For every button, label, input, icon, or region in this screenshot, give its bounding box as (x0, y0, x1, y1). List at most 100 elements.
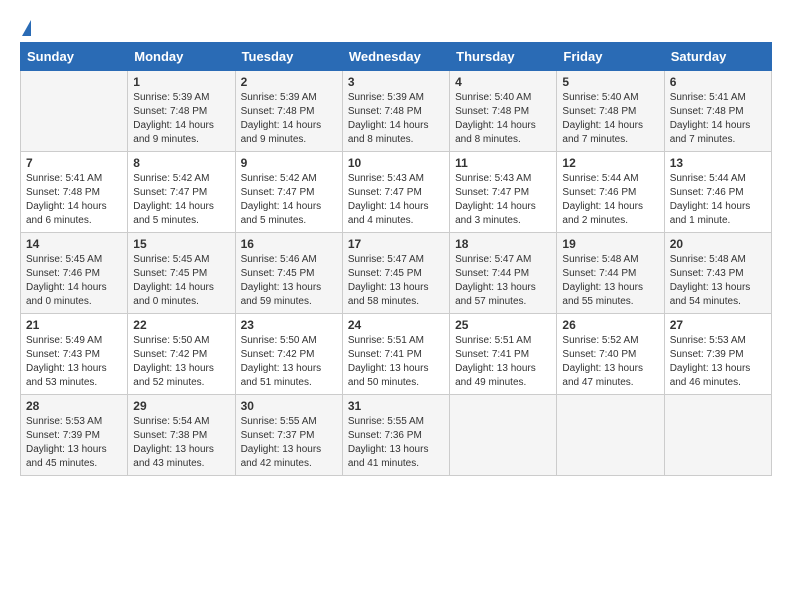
day-info: Sunrise: 5:55 AM Sunset: 7:36 PM Dayligh… (348, 415, 444, 471)
day-cell: 19Sunrise: 5:48 AM Sunset: 7:44 PM Dayli… (557, 233, 664, 314)
day-cell: 28 Sunrise: 5:53 AM Sunset: 7:39 PM Dayli… (21, 395, 128, 476)
col-header-tuesday: Tuesday (235, 43, 342, 71)
day-info: Sunrise: 5:48 AM Sunset: 7:43 PM Dayligh… (670, 253, 766, 309)
day-info: Sunrise: 5:43 AM Sunset: 7:47 PM Dayligh… (455, 172, 551, 228)
day-cell: 1 Sunrise: 5:39 AM Sunset: 7:48 PM Daylig… (128, 71, 235, 152)
day-info: Sunrise: 5:50 AM Sunset: 7:42 PM Dayligh… (241, 334, 337, 390)
day-info: Sunrise: 5:51 AM Sunset: 7:41 PM Dayligh… (348, 334, 444, 390)
day-info: Sunrise: 5:45 AM Sunset: 7:45 PM Dayligh… (133, 253, 229, 309)
day-cell: 8 Sunrise: 5:42 AM Sunset: 7:47 PM Daylig… (128, 152, 235, 233)
day-info: Sunrise: 5:47 AM Sunset: 7:44 PM Dayligh… (455, 253, 551, 309)
day-number: 29 (133, 399, 229, 413)
day-number: 7 (26, 156, 122, 170)
day-cell: 10 Sunrise: 5:43 AM Sunset: 7:47 PM Dayli… (342, 152, 449, 233)
day-cell: 30 Sunrise: 5:55 AM Sunset: 7:37 PM Dayli… (235, 395, 342, 476)
col-header-sunday: Sunday (21, 43, 128, 71)
col-header-saturday: Saturday (664, 43, 771, 71)
week-row-3: 14 Sunrise: 5:45 AM Sunset: 7:46 PM Dayli… (21, 233, 772, 314)
day-number: 28 (26, 399, 122, 413)
day-cell: 20 Sunrise: 5:48 AM Sunset: 7:43 PM Dayli… (664, 233, 771, 314)
calendar-table: SundayMondayTuesdayWednesdayThursdayFrid… (20, 42, 772, 476)
day-number: 31 (348, 399, 444, 413)
day-number: 24 (348, 318, 444, 332)
day-info: Sunrise: 5:41 AM Sunset: 7:48 PM Dayligh… (26, 172, 122, 228)
day-cell: 12 Sunrise: 5:44 AM Sunset: 7:46 PM Dayli… (557, 152, 664, 233)
day-number: 16 (241, 237, 337, 251)
col-header-monday: Monday (128, 43, 235, 71)
col-header-wednesday: Wednesday (342, 43, 449, 71)
day-number: 15 (133, 237, 229, 251)
day-number: 25 (455, 318, 551, 332)
day-info: Sunrise: 5:54 AM Sunset: 7:38 PM Dayligh… (133, 415, 229, 471)
col-header-friday: Friday (557, 43, 664, 71)
day-number: 12 (562, 156, 658, 170)
day-number: 5 (562, 75, 658, 89)
day-number: 10 (348, 156, 444, 170)
day-number: 26 (562, 318, 658, 332)
day-number: 13 (670, 156, 766, 170)
calendar-body: 1 Sunrise: 5:39 AM Sunset: 7:48 PM Daylig… (21, 71, 772, 476)
day-info: Sunrise: 5:55 AM Sunset: 7:37 PM Dayligh… (241, 415, 337, 471)
day-number: 18 (455, 237, 551, 251)
day-cell: 27Sunrise: 5:53 AM Sunset: 7:39 PM Dayli… (664, 314, 771, 395)
day-number: 17 (348, 237, 444, 251)
day-cell (664, 395, 771, 476)
day-cell: 24 Sunrise: 5:51 AM Sunset: 7:41 PM Dayli… (342, 314, 449, 395)
week-row-1: 1 Sunrise: 5:39 AM Sunset: 7:48 PM Daylig… (21, 71, 772, 152)
day-cell: 11 Sunrise: 5:43 AM Sunset: 7:47 PM Dayli… (450, 152, 557, 233)
week-row-2: 7 Sunrise: 5:41 AM Sunset: 7:48 PM Daylig… (21, 152, 772, 233)
day-number: 4 (455, 75, 551, 89)
day-cell: 7 Sunrise: 5:41 AM Sunset: 7:48 PM Daylig… (21, 152, 128, 233)
day-info: Sunrise: 5:42 AM Sunset: 7:47 PM Dayligh… (133, 172, 229, 228)
day-number: 21 (26, 318, 122, 332)
calendar-header: SundayMondayTuesdayWednesdayThursdayFrid… (21, 43, 772, 71)
day-info: Sunrise: 5:39 AM Sunset: 7:48 PM Dayligh… (348, 91, 444, 147)
day-cell: 14 Sunrise: 5:45 AM Sunset: 7:46 PM Dayli… (21, 233, 128, 314)
day-info: Sunrise: 5:51 AM Sunset: 7:41 PM Dayligh… (455, 334, 551, 390)
day-number: 3 (348, 75, 444, 89)
day-info: Sunrise: 5:44 AM Sunset: 7:46 PM Dayligh… (562, 172, 658, 228)
day-cell: 23 Sunrise: 5:50 AM Sunset: 7:42 PM Dayli… (235, 314, 342, 395)
page-header (20, 20, 772, 32)
day-number: 14 (26, 237, 122, 251)
day-number: 20 (670, 237, 766, 251)
day-cell: 2 Sunrise: 5:39 AM Sunset: 7:48 PM Daylig… (235, 71, 342, 152)
day-cell: 25 Sunrise: 5:51 AM Sunset: 7:41 PM Dayli… (450, 314, 557, 395)
col-header-thursday: Thursday (450, 43, 557, 71)
day-info: Sunrise: 5:43 AM Sunset: 7:47 PM Dayligh… (348, 172, 444, 228)
day-cell: 29 Sunrise: 5:54 AM Sunset: 7:38 PM Dayli… (128, 395, 235, 476)
day-info: Sunrise: 5:41 AM Sunset: 7:48 PM Dayligh… (670, 91, 766, 147)
week-row-5: 28 Sunrise: 5:53 AM Sunset: 7:39 PM Dayli… (21, 395, 772, 476)
day-info: Sunrise: 5:53 AM Sunset: 7:39 PM Dayligh… (26, 415, 122, 471)
day-number: 8 (133, 156, 229, 170)
day-cell: 15 Sunrise: 5:45 AM Sunset: 7:45 PM Dayli… (128, 233, 235, 314)
day-info: Sunrise: 5:40 AM Sunset: 7:48 PM Dayligh… (562, 91, 658, 147)
day-cell: 5 Sunrise: 5:40 AM Sunset: 7:48 PM Daylig… (557, 71, 664, 152)
day-info: Sunrise: 5:53 AM Sunset: 7:39 PM Dayligh… (670, 334, 766, 390)
day-cell: 16 Sunrise: 5:46 AM Sunset: 7:45 PM Dayli… (235, 233, 342, 314)
day-number: 30 (241, 399, 337, 413)
day-number: 11 (455, 156, 551, 170)
day-cell: 9Sunrise: 5:42 AM Sunset: 7:47 PM Daylig… (235, 152, 342, 233)
day-number: 9 (241, 156, 337, 170)
day-cell: 21Sunrise: 5:49 AM Sunset: 7:43 PM Dayli… (21, 314, 128, 395)
day-info: Sunrise: 5:40 AM Sunset: 7:48 PM Dayligh… (455, 91, 551, 147)
day-info: Sunrise: 5:52 AM Sunset: 7:40 PM Dayligh… (562, 334, 658, 390)
day-number: 19 (562, 237, 658, 251)
day-info: Sunrise: 5:45 AM Sunset: 7:46 PM Dayligh… (26, 253, 122, 309)
day-info: Sunrise: 5:46 AM Sunset: 7:45 PM Dayligh… (241, 253, 337, 309)
day-info: Sunrise: 5:50 AM Sunset: 7:42 PM Dayligh… (133, 334, 229, 390)
day-number: 6 (670, 75, 766, 89)
day-number: 23 (241, 318, 337, 332)
logo-triangle-icon (22, 20, 31, 36)
day-cell: 3 Sunrise: 5:39 AM Sunset: 7:48 PM Daylig… (342, 71, 449, 152)
day-info: Sunrise: 5:47 AM Sunset: 7:45 PM Dayligh… (348, 253, 444, 309)
day-info: Sunrise: 5:39 AM Sunset: 7:48 PM Dayligh… (133, 91, 229, 147)
day-number: 2 (241, 75, 337, 89)
day-number: 1 (133, 75, 229, 89)
day-info: Sunrise: 5:39 AM Sunset: 7:48 PM Dayligh… (241, 91, 337, 147)
day-cell: 13 Sunrise: 5:44 AM Sunset: 7:46 PM Dayli… (664, 152, 771, 233)
day-info: Sunrise: 5:44 AM Sunset: 7:46 PM Dayligh… (670, 172, 766, 228)
day-cell: 17 Sunrise: 5:47 AM Sunset: 7:45 PM Dayli… (342, 233, 449, 314)
logo (20, 20, 32, 32)
